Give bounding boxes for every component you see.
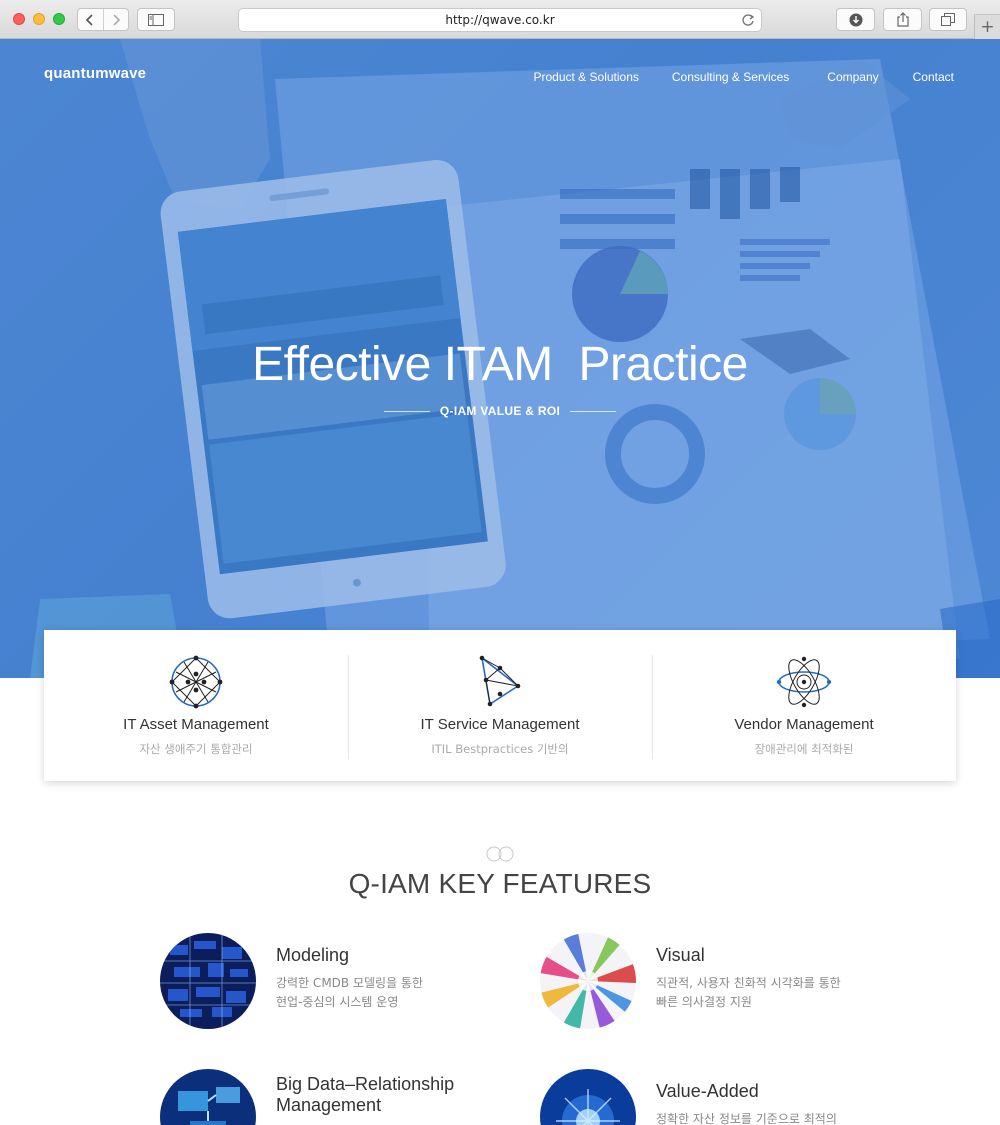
atom-icon [776, 656, 832, 708]
nav-consulting-services[interactable]: Consulting & Services [672, 70, 789, 84]
hero-section: quantumwave Product & Solutions Consulti… [0, 39, 1000, 678]
value-added-image [540, 1069, 636, 1125]
downloads-button[interactable] [836, 8, 875, 31]
feature-name-modeling: Modeling [276, 945, 350, 965]
share-icon [896, 12, 909, 27]
chevron-left-icon [86, 13, 94, 26]
history-nav [77, 8, 129, 31]
feature-name-visual: Visual [656, 945, 705, 965]
minimize-window-button[interactable] [33, 13, 45, 25]
card-it-service-management[interactable]: IT Service Management ITIL Bestpractices… [348, 630, 652, 781]
hero-title: Effective ITAM Practice [252, 338, 748, 391]
card-vendor-management[interactable]: Vendor Management 장애관리에 최적화된 [652, 630, 956, 781]
nav-company[interactable]: Company [827, 70, 878, 84]
download-icon [849, 13, 862, 26]
triangle-network-icon [479, 655, 521, 707]
card-title: Vendor Management [734, 716, 874, 733]
close-window-button[interactable] [13, 13, 25, 25]
card-subtitle: ITIL Bestpractices 기반의 [431, 742, 569, 756]
url-text: http://qwave.co.kr [445, 13, 555, 27]
browser-toolbar: http://qwave.co.kr + [0, 0, 1000, 39]
reload-icon[interactable] [741, 12, 755, 28]
nav-contact[interactable]: Contact [913, 70, 954, 84]
feature-desc-visual: 직관적, 사용자 친화적 시각화를 통한 빠른 의사결정 지원 [656, 976, 841, 1009]
main-nav: Product & Solutions Consulting & Service… [533, 70, 954, 84]
back-button[interactable] [78, 9, 103, 30]
zoom-window-button[interactable] [53, 13, 65, 25]
feature-name-value-added: Value-Added [656, 1081, 759, 1101]
hero-subtitle: Q-IAM VALUE & ROI [439, 404, 561, 418]
big-data-image [160, 1069, 256, 1125]
card-subtitle: 장애관리에 최적화된 [754, 742, 854, 756]
card-subtitle: 자산 생애주기 통합관리 [139, 742, 253, 756]
new-tab-button[interactable]: + [974, 14, 1000, 39]
forward-button[interactable] [102, 9, 128, 30]
address-bar[interactable]: http://qwave.co.kr [238, 8, 762, 32]
chevron-right-icon [113, 13, 121, 26]
hero-subtitle-row: Q-IAM VALUE & ROI [0, 404, 1000, 418]
tabs-overview-button[interactable] [929, 8, 967, 31]
subtitle-divider-right [570, 410, 617, 412]
feature-desc-value-added: 정확한 자산 정보를 기준으로 최적의 [656, 1112, 837, 1125]
site-logo[interactable]: quantumwave [44, 65, 146, 82]
tabs-icon [941, 13, 955, 26]
card-title: IT Asset Management [123, 716, 269, 733]
card-title: IT Service Management [420, 716, 580, 733]
service-cards: IT Asset Management 자산 생애주기 통합관리 IT Serv… [44, 630, 956, 781]
sidebar-button[interactable] [137, 8, 175, 31]
features-heading: Q-IAM KEY FEATURES [348, 868, 652, 899]
share-button[interactable] [883, 8, 922, 31]
nav-product-solutions[interactable]: Product & Solutions [533, 70, 638, 84]
double-ring-icon [486, 846, 514, 862]
feature-name-big-data: Big Data–Relationship Management [276, 1074, 455, 1115]
network-sphere-icon [169, 655, 223, 709]
card-it-asset-management[interactable]: IT Asset Management 자산 생애주기 통합관리 [44, 630, 348, 781]
sidebar-icon [148, 13, 164, 26]
modeling-image [160, 933, 256, 1029]
feature-desc-modeling: 강력한 CMDB 모델링을 통한 현업-중심의 시스템 운영 [276, 976, 424, 1009]
visual-image [540, 933, 636, 1029]
subtitle-divider-left [383, 410, 430, 412]
